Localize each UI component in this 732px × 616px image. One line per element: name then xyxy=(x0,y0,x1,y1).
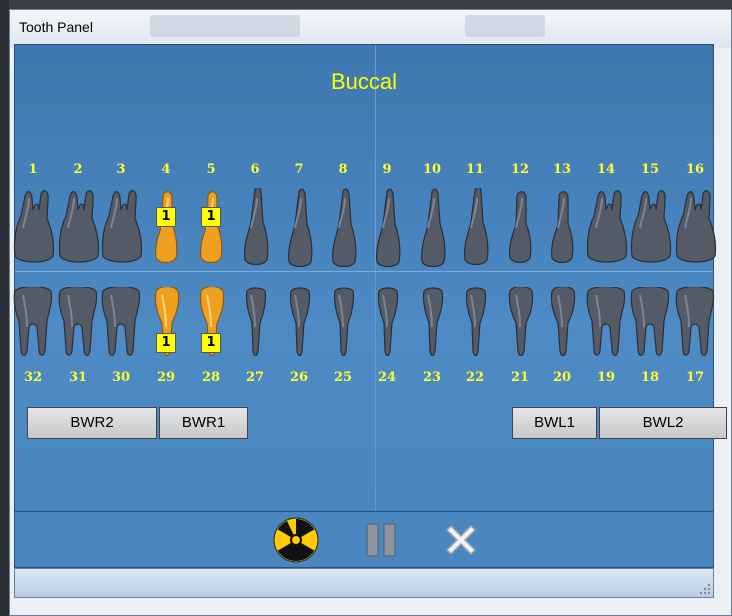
background-ghost xyxy=(150,15,300,37)
tooth-number: 32 xyxy=(23,370,43,385)
occlusal-divider xyxy=(15,271,713,272)
window-title: Tooth Panel xyxy=(19,19,93,35)
tooth-number: 23 xyxy=(422,370,442,385)
tooth-number: 10 xyxy=(422,162,442,177)
tooth-1[interactable] xyxy=(11,188,55,268)
tooth-number: 27 xyxy=(245,370,265,385)
tooth-number: 24 xyxy=(377,370,397,385)
tooth-number: 9 xyxy=(382,162,392,177)
tooth-number: 6 xyxy=(250,162,260,177)
tooth-number: 30 xyxy=(111,370,131,385)
tooth-number: 13 xyxy=(552,162,572,177)
tooth-number: 7 xyxy=(294,162,304,177)
tooth-19[interactable] xyxy=(584,287,628,359)
tooth-32[interactable] xyxy=(11,287,55,359)
tooth-22[interactable] xyxy=(459,287,491,359)
tooth-number: 17 xyxy=(685,370,705,385)
tooth-badge: 1 xyxy=(156,333,176,353)
tooth-31[interactable] xyxy=(56,287,100,359)
tooth-number: 4 xyxy=(161,162,171,177)
tooth-17[interactable] xyxy=(673,287,717,359)
close-x-icon xyxy=(445,524,477,556)
tooth-badge: 1 xyxy=(201,207,221,227)
tooth-26[interactable] xyxy=(283,287,315,359)
tooth-25[interactable] xyxy=(327,287,359,359)
view-label: Buccal xyxy=(330,69,398,94)
tooth-number: 19 xyxy=(596,370,616,385)
pause-icon xyxy=(366,523,396,557)
tooth-number: 29 xyxy=(156,370,176,385)
tooth-3[interactable] xyxy=(99,188,143,268)
tooth-7[interactable] xyxy=(283,188,315,268)
tooth-number: 2 xyxy=(73,162,83,177)
radiation-icon xyxy=(273,517,319,563)
tooth-13[interactable] xyxy=(546,188,578,268)
tooth-number: 5 xyxy=(206,162,216,177)
tooth-chart-panel: Buccal 1 2 3 4 5 6 7 8 9 10 11 12 13 14 15 16 1111 32 31… xyxy=(11,44,727,512)
tooth-number: 21 xyxy=(510,370,530,385)
status-bar xyxy=(14,568,714,598)
bwr2-button[interactable]: BWR2 xyxy=(27,407,157,439)
tooth-11[interactable] xyxy=(459,188,491,268)
background-ghost xyxy=(465,15,545,37)
tooth-number: 16 xyxy=(685,162,705,177)
tooth-15[interactable] xyxy=(628,188,672,268)
title-bar[interactable]: Tooth Panel xyxy=(10,10,731,48)
tooth-21[interactable] xyxy=(504,287,536,359)
tooth-badge: 1 xyxy=(156,207,176,227)
tooth-6[interactable] xyxy=(239,188,271,268)
tooth-9[interactable] xyxy=(371,188,403,268)
tooth-4[interactable] xyxy=(150,188,182,268)
tooth-number: 25 xyxy=(333,370,353,385)
midline-divider xyxy=(375,45,376,511)
tooth-23[interactable] xyxy=(416,287,448,359)
tooth-number: 1 xyxy=(28,162,38,177)
tooth-8[interactable] xyxy=(327,188,359,268)
close-button[interactable] xyxy=(435,516,487,564)
tooth-number: 11 xyxy=(465,162,485,177)
tooth-number: 15 xyxy=(640,162,660,177)
tooth-number: 31 xyxy=(68,370,88,385)
tooth-badge: 1 xyxy=(201,333,221,353)
tooth-number: 18 xyxy=(640,370,660,385)
tooth-24[interactable] xyxy=(371,287,403,359)
tooth-18[interactable] xyxy=(628,287,672,359)
tooth-number: 28 xyxy=(201,370,221,385)
pause-button[interactable] xyxy=(355,516,407,564)
tooth-27[interactable] xyxy=(239,287,271,359)
bwl2-button[interactable]: BWL2 xyxy=(599,407,727,439)
tooth-number: 22 xyxy=(465,370,485,385)
tooth-number: 8 xyxy=(338,162,348,177)
tooth-20[interactable] xyxy=(546,287,578,359)
tooth-number: 14 xyxy=(596,162,616,177)
tooth-number: 3 xyxy=(116,162,126,177)
action-toolbar xyxy=(14,511,714,568)
tooth-12[interactable] xyxy=(504,188,536,268)
tooth-10[interactable] xyxy=(416,188,448,268)
tooth-2[interactable] xyxy=(56,188,100,268)
bwr1-button[interactable]: BWR1 xyxy=(159,407,248,439)
tooth-number: 20 xyxy=(552,370,572,385)
resize-grip-icon[interactable] xyxy=(699,583,711,595)
tooth-30[interactable] xyxy=(99,287,143,359)
bwl1-button[interactable]: BWL1 xyxy=(512,407,597,439)
xray-button[interactable] xyxy=(270,516,322,564)
tooth-5[interactable] xyxy=(195,188,227,268)
tooth-14[interactable] xyxy=(584,188,628,268)
tooth-number: 12 xyxy=(510,162,530,177)
background-left xyxy=(0,0,9,616)
tooth-number: 26 xyxy=(289,370,309,385)
tooth-16[interactable] xyxy=(673,188,717,268)
